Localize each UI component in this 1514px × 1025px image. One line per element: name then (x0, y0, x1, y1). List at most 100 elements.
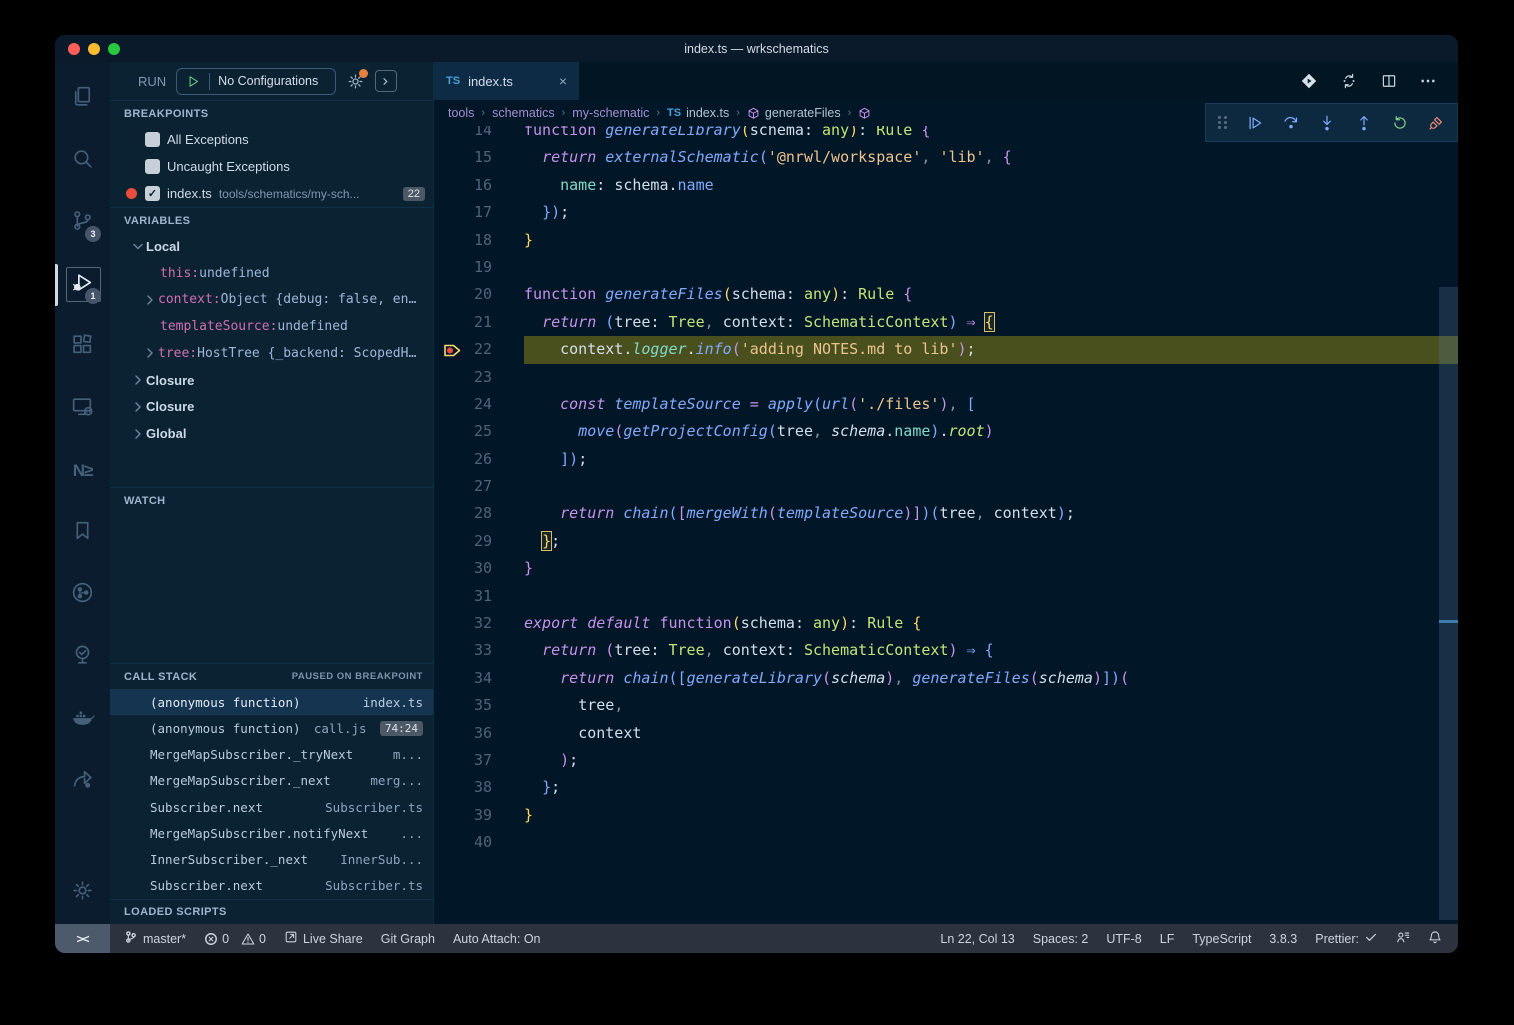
continue-button[interactable] (1246, 114, 1264, 132)
activity-bar-item-live-share[interactable] (55, 750, 110, 812)
gutter[interactable]: 28 (434, 500, 524, 527)
tab-index-ts[interactable]: TS index.ts × (434, 62, 579, 100)
maximize-window-button[interactable] (108, 43, 120, 55)
gutter[interactable]: 25 (434, 418, 524, 445)
status-problems[interactable]: 00 (204, 932, 266, 946)
call-stack-frame[interactable]: MergeMapSubscriber._tryNextm... (110, 742, 433, 768)
code-line-19[interactable]: 19 (434, 254, 1458, 281)
call-stack-frame[interactable]: (anonymous function)index.ts (110, 689, 433, 715)
code-line-15[interactable]: 15 return externalSchematic('@nrwl/works… (434, 144, 1458, 171)
status-branch[interactable]: master* (124, 930, 186, 947)
code-line-16[interactable]: 16 name: schema.name (434, 172, 1458, 199)
code-line-31[interactable]: 31 (434, 583, 1458, 610)
gutter[interactable]: 38 (434, 774, 524, 801)
editor-scrollbar[interactable] (1439, 287, 1458, 920)
gutter[interactable]: 15 (434, 144, 524, 171)
variables-section-header[interactable]: VARIABLES (110, 207, 433, 233)
breakpoint-row[interactable]: All Exceptions (110, 126, 433, 153)
gutter[interactable]: 20 (434, 281, 524, 308)
code-line-39[interactable]: 39} (434, 802, 1458, 829)
loaded-scripts-section-header[interactable]: LOADED SCRIPTS (110, 899, 433, 924)
status-feedback[interactable] (1396, 930, 1410, 947)
debug-configuration-dropdown[interactable]: No Configurations (176, 68, 336, 95)
code-line-27[interactable]: 27 (434, 473, 1458, 500)
call-stack-frame[interactable]: MergeMapSubscriber._nextmerg... (110, 768, 433, 794)
activity-bar-item-extensions[interactable] (55, 316, 110, 378)
code-line-36[interactable]: 36 context (434, 720, 1458, 747)
watch-section-header[interactable]: WATCH (110, 487, 433, 513)
split-editor-icon[interactable] (1380, 72, 1398, 90)
code-line-40[interactable]: 40 (434, 829, 1458, 856)
call-stack-frame[interactable]: MergeMapSubscriber.notifyNext... (110, 820, 433, 846)
activity-bar-item-git-graph-view[interactable] (55, 564, 110, 626)
code-line-37[interactable]: 37 ); (434, 747, 1458, 774)
breadcrumb-item-schematics[interactable]: schematics (492, 106, 555, 120)
gutter[interactable]: 17 (434, 199, 524, 226)
variable-row[interactable]: this: undefined (110, 260, 433, 287)
status-notifications[interactable] (1428, 930, 1442, 947)
code-line-21[interactable]: 21 return (tree: Tree, context: Schemati… (434, 309, 1458, 336)
toolbar-drag-grip[interactable] (1218, 116, 1228, 129)
compare-changes-icon[interactable] (1340, 72, 1358, 90)
gutter[interactable]: 22 (434, 336, 524, 363)
code-line-29[interactable]: 29 }; (434, 528, 1458, 555)
gutter[interactable]: 26 (434, 446, 524, 473)
activity-bar-item-settings[interactable] (55, 862, 110, 924)
status-indentation[interactable]: Spaces: 2 (1033, 932, 1089, 946)
code-line-18[interactable]: 18} (434, 227, 1458, 254)
status-encoding[interactable]: UTF-8 (1106, 932, 1141, 946)
status-auto-attach[interactable]: Auto Attach: On (453, 932, 541, 946)
status-language[interactable]: TypeScript (1192, 932, 1251, 946)
gutter[interactable]: 39 (434, 802, 524, 829)
activity-bar-item-search[interactable] (55, 130, 110, 192)
code-line-34[interactable]: 34 return chain([generateLibrary(schema)… (434, 665, 1458, 692)
restart-button[interactable] (1391, 114, 1409, 132)
code-line-25[interactable]: 25 move(getProjectConfig(tree, schema.na… (434, 418, 1458, 445)
step-over-button[interactable] (1282, 114, 1300, 132)
call-stack-section-header[interactable]: CALL STACK PAUSED ON BREAKPOINT (110, 663, 433, 689)
debug-settings-gear-button[interactable] (346, 72, 365, 91)
disconnect-button[interactable] (1427, 114, 1445, 132)
gutter[interactable]: 35 (434, 692, 524, 719)
variable-scope-row[interactable]: Global (110, 420, 433, 447)
breadcrumb-item-tools[interactable]: tools (448, 106, 474, 120)
breadcrumb-item-my-schematic[interactable]: my-schematic (572, 106, 649, 120)
gutter[interactable]: 23 (434, 364, 524, 391)
variable-scope-row[interactable]: Closure (110, 394, 433, 421)
code-line-30[interactable]: 30} (434, 555, 1458, 582)
call-stack-frame[interactable]: Subscriber.nextSubscriber.ts (110, 794, 433, 820)
gutter[interactable]: 18 (434, 227, 524, 254)
gutter[interactable]: 32 (434, 610, 524, 637)
activity-bar-item-run-and-debug[interactable]: 1 (55, 254, 110, 316)
code-line-26[interactable]: 26 ]); (434, 446, 1458, 473)
gutter[interactable]: 40 (434, 829, 524, 856)
code-line-35[interactable]: 35 tree, (434, 692, 1458, 719)
more-actions-icon[interactable]: ⋯ (1420, 71, 1438, 91)
code-area[interactable]: 14function generateLibrary(schema: any):… (434, 126, 1458, 924)
gutter[interactable]: 29 (434, 528, 524, 555)
breakpoint-row[interactable]: Uncaught Exceptions (110, 153, 433, 180)
status-eol[interactable]: LF (1160, 932, 1175, 946)
gutter[interactable]: 21 (434, 309, 524, 336)
status-prettier[interactable]: Prettier: (1315, 930, 1378, 947)
code-line-20[interactable]: 20function generateFiles(schema: any): R… (434, 281, 1458, 308)
breadcrumb-item-index.ts[interactable]: TSindex.ts (667, 106, 729, 120)
breadcrumb-item-function[interactable] (858, 107, 876, 120)
start-debug-icon[interactable] (186, 74, 201, 89)
remote-indicator[interactable]: >< (55, 924, 110, 953)
breakpoint-checkbox[interactable] (145, 132, 160, 147)
status-cursor-position[interactable]: Ln 22, Col 13 (940, 932, 1014, 946)
gutter[interactable]: 31 (434, 583, 524, 610)
gutter[interactable]: 19 (434, 254, 524, 281)
breadcrumb-item-generateFiles[interactable]: generateFiles (747, 106, 841, 120)
status-live-share[interactable]: Live Share (284, 930, 363, 947)
activity-bar-item-explorer[interactable] (55, 68, 110, 130)
activity-bar-item-todo-tree[interactable] (55, 626, 110, 688)
gutter[interactable]: 30 (434, 555, 524, 582)
code-line-17[interactable]: 17 }); (434, 199, 1458, 226)
gutter[interactable]: 16 (434, 172, 524, 199)
activity-bar-item-bookmarks[interactable] (55, 502, 110, 564)
variable-row[interactable]: context: Object {debug: false, en… (110, 287, 433, 314)
step-into-button[interactable] (1318, 114, 1336, 132)
close-window-button[interactable] (68, 43, 80, 55)
